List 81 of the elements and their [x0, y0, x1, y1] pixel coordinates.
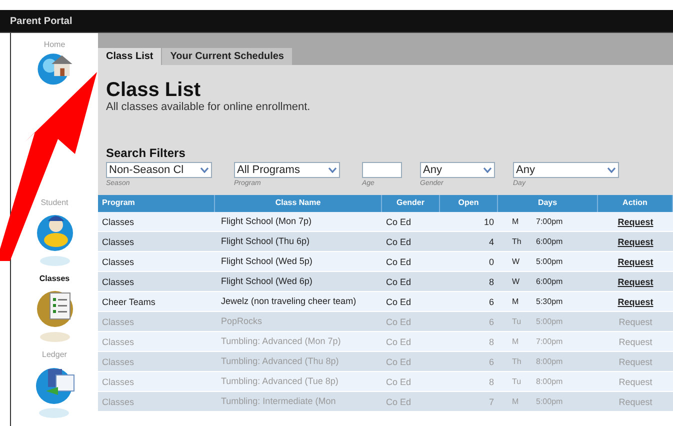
day-cell-text: W: [511, 256, 521, 268]
class-name-cell-text: Flight School (Wed 5p): [220, 254, 314, 268]
gender-cell-text: Co Ed: [385, 396, 412, 408]
time-cell-text: 5:00pm: [535, 316, 563, 328]
gender-cell-text: Co Ed: [385, 236, 412, 248]
day-cell-text: M: [511, 216, 520, 228]
program-cell-text: Classes: [101, 336, 136, 348]
program-cell-text: Cheer Teams: [101, 296, 156, 308]
open-cell-text: 6: [488, 296, 495, 308]
program-cell-text: Classes: [101, 216, 136, 228]
open-cell-text: 8: [488, 376, 495, 388]
select-field[interactable]: Any: [513, 162, 619, 178]
open-cell-text: 0: [488, 256, 495, 268]
dropdown-caret-icon: [607, 167, 616, 173]
day-cell-text: Th: [511, 236, 522, 248]
gender-cell-text: Co Ed: [385, 216, 412, 228]
gender-cell-text: Co Ed: [385, 376, 412, 388]
request-link[interactable]: Request: [618, 216, 654, 230]
day-cell-text: Th: [511, 356, 522, 368]
request-link[interactable]: Request: [618, 296, 654, 310]
tab[interactable]: Your Current Schedules: [162, 48, 292, 65]
time-cell-text: 6:00pm: [535, 236, 563, 248]
sidebar-label[interactable]: Classes: [39, 273, 70, 285]
page-title: Class List: [106, 79, 202, 101]
dropdown-caret-icon: [200, 167, 209, 173]
program-cell-text: Classes: [101, 356, 136, 368]
select-field[interactable]: Non-Season Cl: [106, 162, 212, 178]
select-field[interactable]: Any: [420, 162, 495, 178]
dropdown-caret-icon: [328, 167, 337, 173]
tab[interactable]: Class List: [98, 48, 162, 65]
time-cell-text: 5:30pm: [535, 296, 563, 308]
day-cell-text: Tu: [511, 376, 522, 388]
request-link[interactable]: Request: [618, 276, 654, 290]
time-cell-text: 5:00pm: [535, 256, 563, 268]
time-cell-text: 7:00pm: [535, 216, 563, 228]
day-cell-text: M: [511, 396, 520, 408]
input-field[interactable]: [362, 162, 402, 178]
dropdown-caret-icon: [483, 167, 492, 173]
open-cell-text: 7: [488, 396, 495, 408]
open-cell-text: 6: [488, 316, 495, 328]
day-cell-text: W: [511, 276, 521, 288]
program-cell-text: Classes: [101, 256, 136, 268]
gender-cell-text: Co Ed: [385, 296, 412, 308]
class-name-cell-text: Flight School (Wed 6p): [220, 274, 314, 288]
program-cell-text: Classes: [101, 236, 136, 248]
open-cell-text: 8: [488, 276, 495, 288]
time-cell-text: 7:00pm: [535, 336, 563, 348]
open-cell-text: 6: [488, 356, 495, 368]
class-name-cell-text: Jewelz (non traveling cheer team): [220, 294, 358, 308]
gender-cell-text: Co Ed: [385, 356, 412, 368]
request-link[interactable]: Request: [618, 236, 654, 250]
class-name-cell-text: Flight School (Thu 6p): [220, 234, 311, 248]
gender-cell-text: Co Ed: [385, 336, 412, 348]
program-cell-text: Classes: [101, 376, 136, 388]
filters-heading: Search Filters: [106, 146, 186, 160]
class-name-cell-text: Tumbling: Advanced (Tue 8p): [220, 374, 340, 388]
program-cell-text: Classes: [101, 396, 136, 408]
select-field[interactable]: All Programs: [234, 162, 340, 178]
time-cell-text: 5:00pm: [535, 396, 563, 408]
class-name-cell-text: Tumbling: Intermediate (Mon: [220, 394, 337, 408]
gender-cell-text: Co Ed: [385, 316, 412, 328]
day-cell-text: M: [511, 336, 520, 348]
time-cell-text: 6:00pm: [535, 276, 563, 288]
class-name-cell-text: Tumbling: Advanced (Thu 8p): [220, 354, 340, 368]
program-cell-text: Classes: [101, 316, 136, 328]
time-cell-text: 8:00pm: [535, 376, 563, 388]
open-cell-text: 4: [488, 236, 495, 248]
open-cell-text: 8: [488, 336, 495, 348]
class-name-cell-text: Tumbling: Advanced (Mon 7p): [220, 334, 342, 348]
program-cell-text: Classes: [101, 276, 136, 288]
page-subtitle: All classes available for online enrollment.: [106, 101, 312, 114]
window-title: Parent Portal: [10, 14, 72, 28]
open-cell-text: 10: [482, 216, 495, 228]
day-cell-text: M: [511, 296, 520, 308]
request-link[interactable]: Request: [618, 256, 654, 270]
class-name-cell-text: Flight School (Mon 7p): [220, 214, 313, 228]
gender-cell-text: Co Ed: [385, 256, 412, 268]
time-cell-text: 8:00pm: [535, 356, 563, 368]
gender-cell-text: Co Ed: [385, 276, 412, 288]
day-cell-text: Tu: [511, 316, 522, 328]
class-name-cell-text: PopRocks: [220, 314, 264, 328]
